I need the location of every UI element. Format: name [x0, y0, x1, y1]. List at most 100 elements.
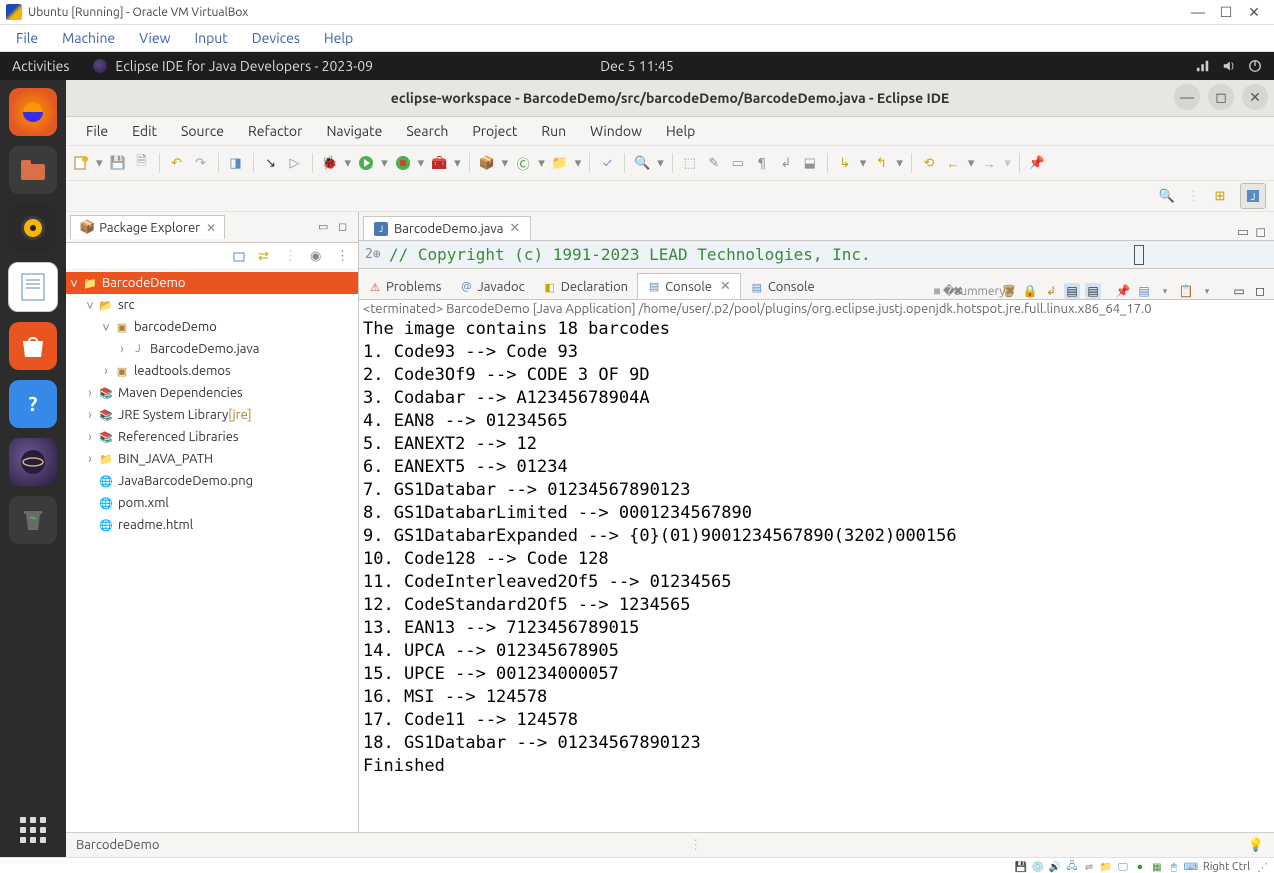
vbox-menu-input[interactable]: Input	[183, 26, 240, 50]
tip-icon[interactable]: 💡	[1248, 838, 1264, 853]
pin-console-button[interactable]: 📌	[1115, 283, 1131, 299]
vbox-menu-view[interactable]: View	[127, 26, 182, 50]
vbox-menu-help[interactable]: Help	[312, 26, 365, 50]
vbox-maximize-button[interactable]: ☐	[1212, 4, 1240, 21]
tree-pom[interactable]: 🌐pom.xml	[66, 492, 358, 514]
new-package-button[interactable]: 📦	[478, 154, 496, 172]
power-icon[interactable]	[1248, 59, 1262, 73]
tree-maven[interactable]: ›📚Maven Dependencies	[66, 382, 358, 404]
vbox-audio-icon[interactable]: 🔊	[1048, 860, 1062, 873]
undo-button[interactable]: ↶	[168, 154, 186, 172]
activities-button[interactable]: Activities	[12, 58, 69, 74]
tree-bin[interactable]: ›📁BIN_JAVA_PATH	[66, 448, 358, 470]
dock-rhythmbox[interactable]	[9, 204, 57, 252]
dock-firefox[interactable]	[9, 88, 57, 136]
toggle-breadcrumb-button[interactable]: ⬚	[681, 154, 699, 172]
topbar-clock[interactable]: Dec 5 11:45	[600, 58, 673, 74]
vbox-menu-file[interactable]: File	[4, 26, 50, 50]
focus-task-icon[interactable]: ◉	[310, 249, 324, 263]
forward-button[interactable]: →	[980, 154, 998, 172]
close-console-icon[interactable]: ✕	[720, 279, 731, 294]
bottom-minimize-icon[interactable]: ▭	[1231, 283, 1247, 299]
show-console-button[interactable]: ▤	[1064, 283, 1080, 299]
package-explorer-tab[interactable]: 📦 Package Explorer ✕	[70, 215, 225, 239]
menu-refactor[interactable]: Refactor	[236, 119, 314, 143]
tree-jre[interactable]: ›📚JRE System Library [jre]	[66, 404, 358, 426]
view-menu-icon[interactable]: ⋮	[336, 249, 350, 263]
vbox-cpu-icon[interactable]: ▦	[1150, 860, 1164, 873]
external-tools-button[interactable]: 🧰	[430, 154, 448, 172]
vbox-menu-machine[interactable]: Machine	[50, 26, 127, 50]
eclipse-minimize-button[interactable]: —	[1174, 84, 1200, 110]
vbox-mouse-icon[interactable]: 🖱	[1167, 860, 1181, 873]
vbox-key-icon[interactable]: ⌨	[1184, 860, 1198, 873]
resume-button[interactable]: ▷	[286, 154, 304, 172]
new-folder-button[interactable]: 📁	[551, 154, 569, 172]
tree-readme[interactable]: 🌐readme.html	[66, 514, 358, 536]
toggle-word-wrap-button[interactable]: ↲	[777, 154, 795, 172]
menu-project[interactable]: Project	[460, 119, 529, 143]
volume-icon[interactable]	[1222, 59, 1236, 73]
vbox-shared-icon[interactable]: 📁	[1099, 860, 1113, 873]
last-edit-button[interactable]: ⟲	[920, 154, 938, 172]
tree-project-root[interactable]: ˅📁BarcodeDemo	[66, 272, 358, 294]
next-annotation-button[interactable]: ↳	[836, 154, 854, 172]
editor-minimize-icon[interactable]: ▭	[1237, 225, 1249, 240]
menu-edit[interactable]: Edit	[120, 119, 169, 143]
word-wrap-button[interactable]: ↲	[1043, 283, 1059, 299]
search-button[interactable]: 🔍	[633, 154, 651, 172]
scroll-lock-button[interactable]: 🔒	[1022, 283, 1038, 299]
dock-software[interactable]	[9, 322, 57, 370]
remove-all-button[interactable]: �summery✖	[971, 283, 987, 299]
vbox-hd-icon[interactable]: 💾	[1014, 860, 1028, 873]
vbox-net-icon[interactable]: 🖧	[1065, 860, 1079, 873]
menu-help[interactable]: Help	[654, 119, 707, 143]
vbox-display-icon[interactable]: 🖵	[1116, 860, 1130, 873]
vbox-close-button[interactable]: ✕	[1240, 4, 1268, 21]
topbar-app-name[interactable]: Eclipse IDE for Java Developers - 2023-0…	[115, 58, 373, 74]
open-type-button[interactable]: ◨	[227, 154, 245, 172]
coverage-button[interactable]	[394, 154, 412, 172]
javadoc-tab[interactable]: @Javadoc	[450, 275, 533, 299]
open-console-button[interactable]: 📋	[1178, 283, 1194, 299]
package-tree[interactable]: ˅📁BarcodeDemo ˅📂src ˅▣barcodeDemo ›JBarc…	[66, 270, 358, 832]
back-button[interactable]: ←	[944, 154, 962, 172]
clear-console-button[interactable]: 🗑	[1001, 283, 1017, 299]
toggle-mark-button[interactable]: ✎	[705, 154, 723, 172]
new-button[interactable]	[72, 154, 90, 172]
tree-png[interactable]: 🌐JavaBarcodeDemo.png	[66, 470, 358, 492]
show-console2-button[interactable]: ▤	[1085, 283, 1101, 299]
vbox-minimize-button[interactable]: —	[1184, 4, 1212, 20]
editor-maximize-icon[interactable]: ◻	[1255, 225, 1266, 240]
console2-tab[interactable]: ▤Console	[741, 275, 824, 299]
display-console-button[interactable]: ▤	[1136, 283, 1152, 299]
menu-navigate[interactable]: Navigate	[314, 119, 394, 143]
collapse-all-icon[interactable]	[232, 249, 246, 263]
console-output[interactable]: The image contains 18 barcodes 1. Code93…	[359, 318, 1274, 832]
console-tab[interactable]: ▤Console✕	[637, 273, 741, 299]
editor-tab[interactable]: J BarcodeDemo.java ✕	[363, 216, 531, 240]
pin-button[interactable]: 📌	[1028, 154, 1046, 172]
maximize-pane-icon[interactable]: ◻	[338, 220, 352, 234]
open-task-button[interactable]: ✓	[598, 154, 616, 172]
bottom-maximize-icon[interactable]: ◻	[1252, 283, 1268, 299]
dock-writer[interactable]	[8, 262, 58, 312]
new-class-button[interactable]: Ⓒ	[514, 154, 532, 172]
open-perspective-button[interactable]: ⊞	[1210, 186, 1230, 206]
skip-breakpoints-button[interactable]: ↘	[262, 154, 280, 172]
declaration-tab[interactable]: ◧Declaration	[534, 275, 637, 299]
close-tab-icon[interactable]: ✕	[206, 221, 216, 235]
close-editor-icon[interactable]: ✕	[509, 221, 520, 236]
save-button[interactable]: 💾	[109, 154, 127, 172]
tree-package[interactable]: ˅▣barcodeDemo	[66, 316, 358, 338]
network-icon[interactable]	[1196, 59, 1210, 73]
dock-files[interactable]	[9, 146, 57, 194]
dock-show-apps[interactable]	[20, 817, 46, 843]
vbox-menu-devices[interactable]: Devices	[240, 26, 312, 50]
problems-tab[interactable]: ⚠Problems	[359, 275, 450, 299]
tree-java-file[interactable]: ›JBarcodeDemo.java	[66, 338, 358, 360]
eclipse-close-button[interactable]: ✕	[1242, 84, 1268, 110]
dock-trash[interactable]	[9, 496, 57, 544]
minimize-pane-icon[interactable]: ▭	[318, 220, 332, 234]
toggle-block-button[interactable]: ▭	[729, 154, 747, 172]
